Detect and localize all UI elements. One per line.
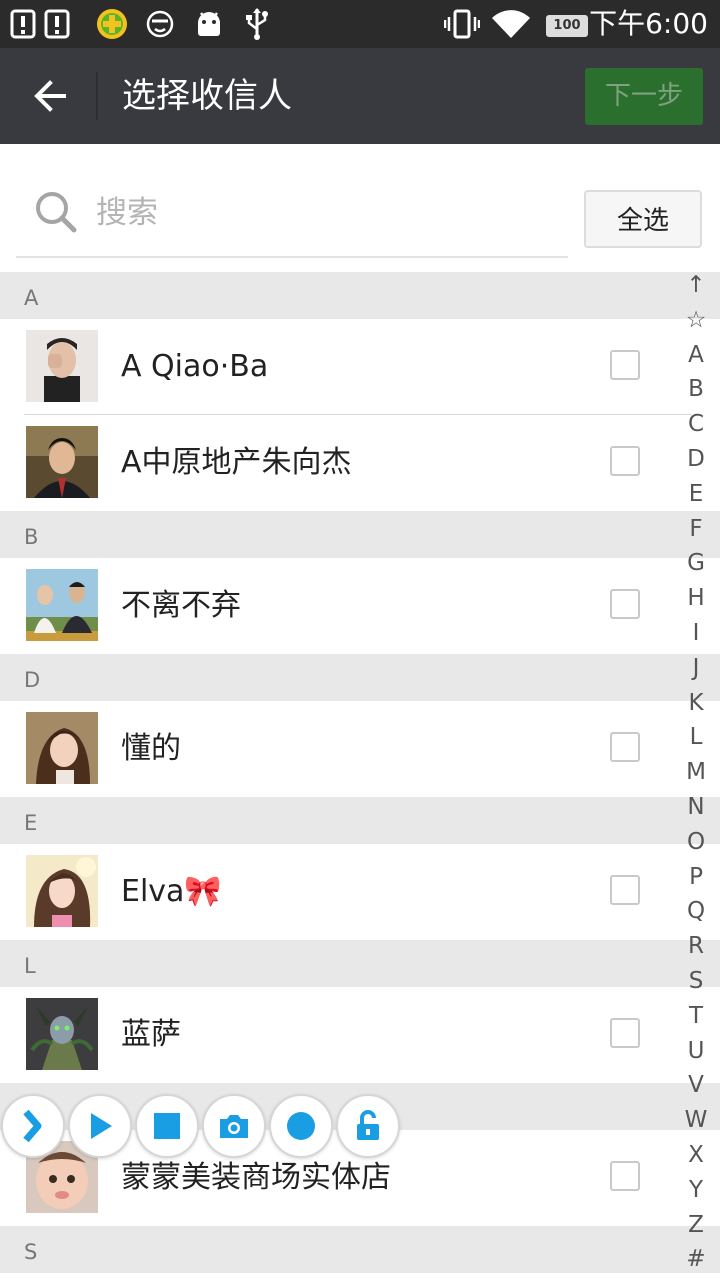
index-letter[interactable]: M [672,755,720,790]
contact-name: 不离不弃 [121,588,241,623]
list-item[interactable]: Elva🎀 [0,844,720,940]
index-letter[interactable]: N [672,790,720,825]
avatar [26,569,98,641]
index-letter[interactable]: V [672,1068,720,1103]
index-letter[interactable]: O [672,825,720,860]
search-bar [16,174,568,258]
clock: 下午6:00 [589,7,708,40]
notification-alert-icon [42,6,72,42]
section-header: A [0,272,720,319]
index-hash[interactable]: # [672,1242,720,1277]
section-header: L [0,940,720,987]
avatar [26,426,98,498]
index-letter[interactable]: H [672,581,720,616]
expand-button[interactable] [1,1094,65,1158]
index-letter[interactable]: Y [672,1173,720,1208]
contact-name: A Qiao·Ba [121,349,269,384]
screenshot-button[interactable] [202,1094,266,1158]
list-item[interactable]: A Qiao·Ba [0,319,720,415]
index-letter[interactable]: P [672,860,720,895]
search-icon [34,190,78,234]
index-letter[interactable]: S [672,964,720,999]
stop-button[interactable] [135,1094,199,1158]
list-item[interactable]: 蓝萨 [0,987,720,1083]
index-letter[interactable]: G [672,546,720,581]
contact-checkbox[interactable] [610,875,640,905]
index-letter[interactable]: U [672,1034,720,1069]
title-divider [96,72,98,120]
index-letter[interactable]: W [672,1103,720,1138]
index-letter[interactable]: K [672,686,720,721]
status-bar: 100 下午6:00 [0,0,720,48]
index-letter[interactable]: L [672,720,720,755]
index-letter[interactable]: E [672,477,720,512]
play-button[interactable] [68,1094,132,1158]
index-top[interactable]: ↑ [672,268,720,303]
contact-checkbox[interactable] [610,1161,640,1191]
index-letter[interactable]: I [672,616,720,651]
back-button[interactable] [20,66,80,126]
avatar [26,712,98,784]
page-title: 选择收信人 [122,76,292,116]
back-arrow-icon [34,80,66,112]
contact-checkbox[interactable] [610,446,640,476]
play-icon [91,1113,112,1139]
contact-name: 蓝萨 [121,1017,181,1052]
avatar [26,330,98,402]
index-letter[interactable]: A [672,338,720,373]
list-item[interactable]: 不离不弃 [0,558,720,654]
alphabet-index-bar[interactable]: ↑ ☆ A B C D E F G H I J K L M N O P Q R … [672,268,720,1278]
camera-icon [220,1115,248,1138]
index-letter[interactable]: C [672,407,720,442]
360-security-icon [95,6,129,42]
index-letter[interactable]: B [672,372,720,407]
record-icon [287,1112,315,1140]
contact-name: Elva🎀 [121,874,222,909]
section-header: S [0,1226,720,1273]
next-step-button[interactable]: 下一步 [585,68,703,125]
wifi-icon [490,6,532,42]
battery-icon: 100 [546,15,588,37]
title-bar: 选择收信人 下一步 [0,48,720,144]
unlock-icon [357,1110,379,1140]
avatar [26,855,98,927]
android-icon [194,6,224,42]
notification-alert-icon [8,6,38,42]
index-letter[interactable]: X [672,1138,720,1173]
index-star[interactable]: ☆ [672,303,720,338]
index-letter[interactable]: R [672,929,720,964]
index-letter[interactable]: F [672,512,720,547]
unlock-button[interactable] [336,1094,400,1158]
index-letter[interactable]: Q [672,894,720,929]
index-letter[interactable]: T [672,999,720,1034]
face-app-icon [144,6,176,42]
list-item[interactable]: A中原地产朱向杰 [0,415,720,511]
expand-icon [23,1109,42,1143]
list-item[interactable]: 懂的 [0,701,720,797]
index-letter[interactable]: D [672,442,720,477]
stop-icon [154,1113,180,1139]
index-letter[interactable]: Z [672,1208,720,1243]
contact-checkbox[interactable] [610,350,640,380]
vibrate-icon [444,6,480,42]
usb-icon [242,6,272,42]
contact-checkbox[interactable] [610,589,640,619]
section-header: D [0,654,720,701]
contact-name: 懂的 [121,731,181,766]
contact-checkbox[interactable] [610,732,640,762]
search-input[interactable] [94,186,558,240]
contact-checkbox[interactable] [610,1018,640,1048]
select-all-button[interactable]: 全选 [584,190,702,248]
record-button[interactable] [269,1094,333,1158]
section-header: B [0,511,720,558]
index-letter[interactable]: J [672,651,720,686]
avatar [26,998,98,1070]
contact-name: A中原地产朱向杰 [121,445,352,480]
section-header: E [0,797,720,844]
